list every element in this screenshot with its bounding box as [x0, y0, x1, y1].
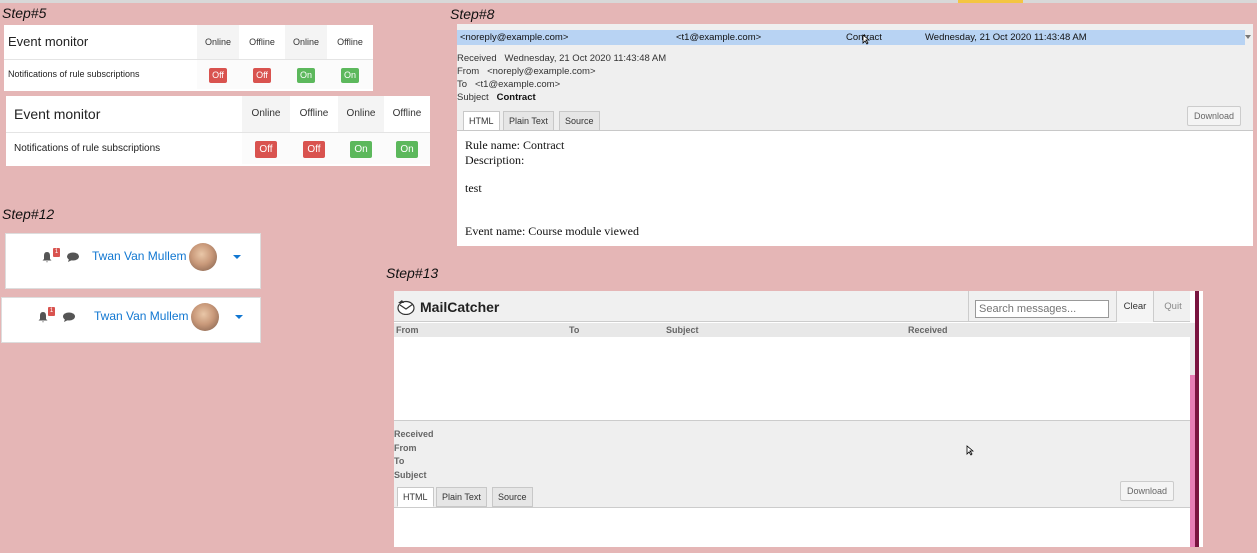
to-label: To — [394, 456, 405, 466]
avatar[interactable] — [189, 243, 217, 271]
step-label-13: Step#13 — [386, 265, 439, 281]
mailcatcher-logo-icon — [397, 300, 415, 315]
search-input[interactable] — [975, 300, 1109, 318]
download-button[interactable]: Download — [1120, 481, 1175, 501]
received-label: Received — [394, 429, 434, 439]
step-label-5: Step#5 — [2, 5, 47, 21]
col-from[interactable]: From — [396, 325, 419, 335]
col-offline-2: Offline — [327, 25, 373, 59]
row-received: Wednesday, 21 Oct 2020 11:43:48 AM — [925, 32, 1087, 43]
bell-icon[interactable] — [41, 251, 53, 263]
message-body: Rule name: Contract Description: test Ev… — [457, 130, 1253, 246]
clear-button[interactable]: Clear — [1116, 291, 1154, 322]
event-monitor-title: Event monitor — [14, 105, 101, 122]
row-from: <noreply@example.com> — [460, 32, 569, 43]
toggle-on-button[interactable]: On — [296, 68, 315, 84]
mouse-cursor-icon — [966, 445, 974, 456]
app-title: MailCatcher — [420, 299, 500, 315]
tab-source[interactable]: Source — [492, 487, 533, 507]
message-headers: Received From To Subject — [394, 429, 434, 483]
from-value: <noreply@example.com> — [487, 66, 596, 77]
tab-html[interactable]: HTML — [463, 111, 500, 131]
from-label: From — [457, 66, 480, 77]
chevron-down-icon[interactable] — [235, 315, 243, 319]
received-label: Received — [457, 53, 497, 64]
col-online-2: Online — [338, 96, 384, 132]
col-to[interactable]: To — [569, 325, 579, 335]
toggle-off-button[interactable]: Off — [209, 68, 227, 84]
body-description: Description: — [465, 153, 525, 167]
col-received[interactable]: Received — [908, 325, 948, 335]
toggle-on-button[interactable]: On — [340, 68, 359, 84]
toggle-off-button[interactable]: Off — [253, 68, 271, 84]
user-name-link[interactable]: Twan Van Mullem — [94, 309, 188, 323]
tab-source[interactable]: Source — [559, 111, 600, 131]
notification-count-badge: 1 — [53, 248, 60, 257]
toggle-on-button[interactable]: On — [350, 140, 372, 158]
toggle-off-button[interactable]: Off — [303, 140, 325, 158]
message-list-row[interactable]: <noreply@example.com> <t1@example.com> C… — [457, 30, 1245, 45]
message-list-header: From To Subject Received — [394, 323, 1190, 337]
body-event-name: Event name: Course module viewed — [465, 224, 639, 238]
chevron-down-icon[interactable] — [233, 255, 241, 259]
message-headers: Received Wednesday, 21 Oct 2020 11:43:48… — [457, 53, 666, 105]
tab-html[interactable]: HTML — [397, 487, 434, 507]
message-list — [394, 337, 1190, 420]
download-button[interactable]: Download — [1187, 106, 1242, 126]
chat-icon[interactable] — [62, 312, 76, 323]
mail-detail-panel: <noreply@example.com> <t1@example.com> C… — [457, 24, 1253, 246]
received-value: Wednesday, 21 Oct 2020 11:43:48 AM — [504, 53, 667, 64]
body-text: test — [465, 181, 482, 195]
window-edge — [1195, 291, 1199, 547]
tab-plain-text[interactable]: Plain Text — [503, 111, 554, 131]
user-name-link[interactable]: Twan Van Mullem — [92, 249, 186, 263]
toggle-off-button[interactable]: Off — [255, 140, 277, 158]
event-monitor-panel: Event monitor Online Offline Online Offl… — [4, 25, 373, 91]
avatar[interactable] — [191, 303, 219, 331]
chat-icon[interactable] — [66, 252, 80, 263]
col-online-1: Online — [197, 25, 239, 59]
quit-button[interactable]: Quit — [1156, 291, 1190, 322]
tab-plain-text[interactable]: Plain Text — [436, 487, 487, 507]
col-offline-2: Offline — [384, 96, 430, 132]
row-to: <t1@example.com> — [676, 32, 762, 43]
user-navbar: 1 Twan Van Mullem — [5, 233, 261, 289]
step-label-12: Step#12 — [2, 206, 55, 222]
top-toolbar-strip — [0, 0, 1257, 3]
col-offline-1: Offline — [290, 96, 338, 132]
mailcatcher-header: MailCatcher Clear Quit — [394, 291, 1190, 322]
col-online-2: Online — [285, 25, 327, 59]
col-offline-1: Offline — [239, 25, 285, 59]
user-navbar: 1 Twan Van Mullem — [1, 297, 261, 343]
event-monitor-panel: Event monitor Online Offline Online Offl… — [6, 96, 430, 166]
to-label: To — [457, 79, 468, 90]
message-body — [394, 507, 1190, 547]
toggle-on-button[interactable]: On — [396, 140, 418, 158]
body-rule-name: Rule name: Contract — [465, 138, 565, 152]
rule-subscriptions-label: Notifications of rule subscriptions — [8, 69, 140, 80]
to-value: <t1@example.com> — [474, 79, 561, 90]
col-online-1: Online — [242, 96, 290, 132]
notification-count-badge: 1 — [48, 307, 55, 316]
mailcatcher-window: MailCatcher Clear Quit From To Subject R… — [394, 291, 1203, 547]
subject-label: Subject — [457, 92, 489, 103]
from-label: From — [394, 442, 417, 453]
rule-subscriptions-label: Notifications of rule subscriptions — [14, 142, 161, 154]
subject-label: Subject — [394, 469, 427, 480]
col-subject[interactable]: Subject — [666, 325, 699, 335]
event-monitor-title: Event monitor — [8, 34, 89, 50]
scroll-down-icon[interactable] — [1244, 33, 1252, 41]
step-label-8: Step#8 — [450, 6, 495, 22]
mouse-cursor-icon — [862, 34, 870, 45]
subject-value: Contract — [496, 92, 536, 103]
